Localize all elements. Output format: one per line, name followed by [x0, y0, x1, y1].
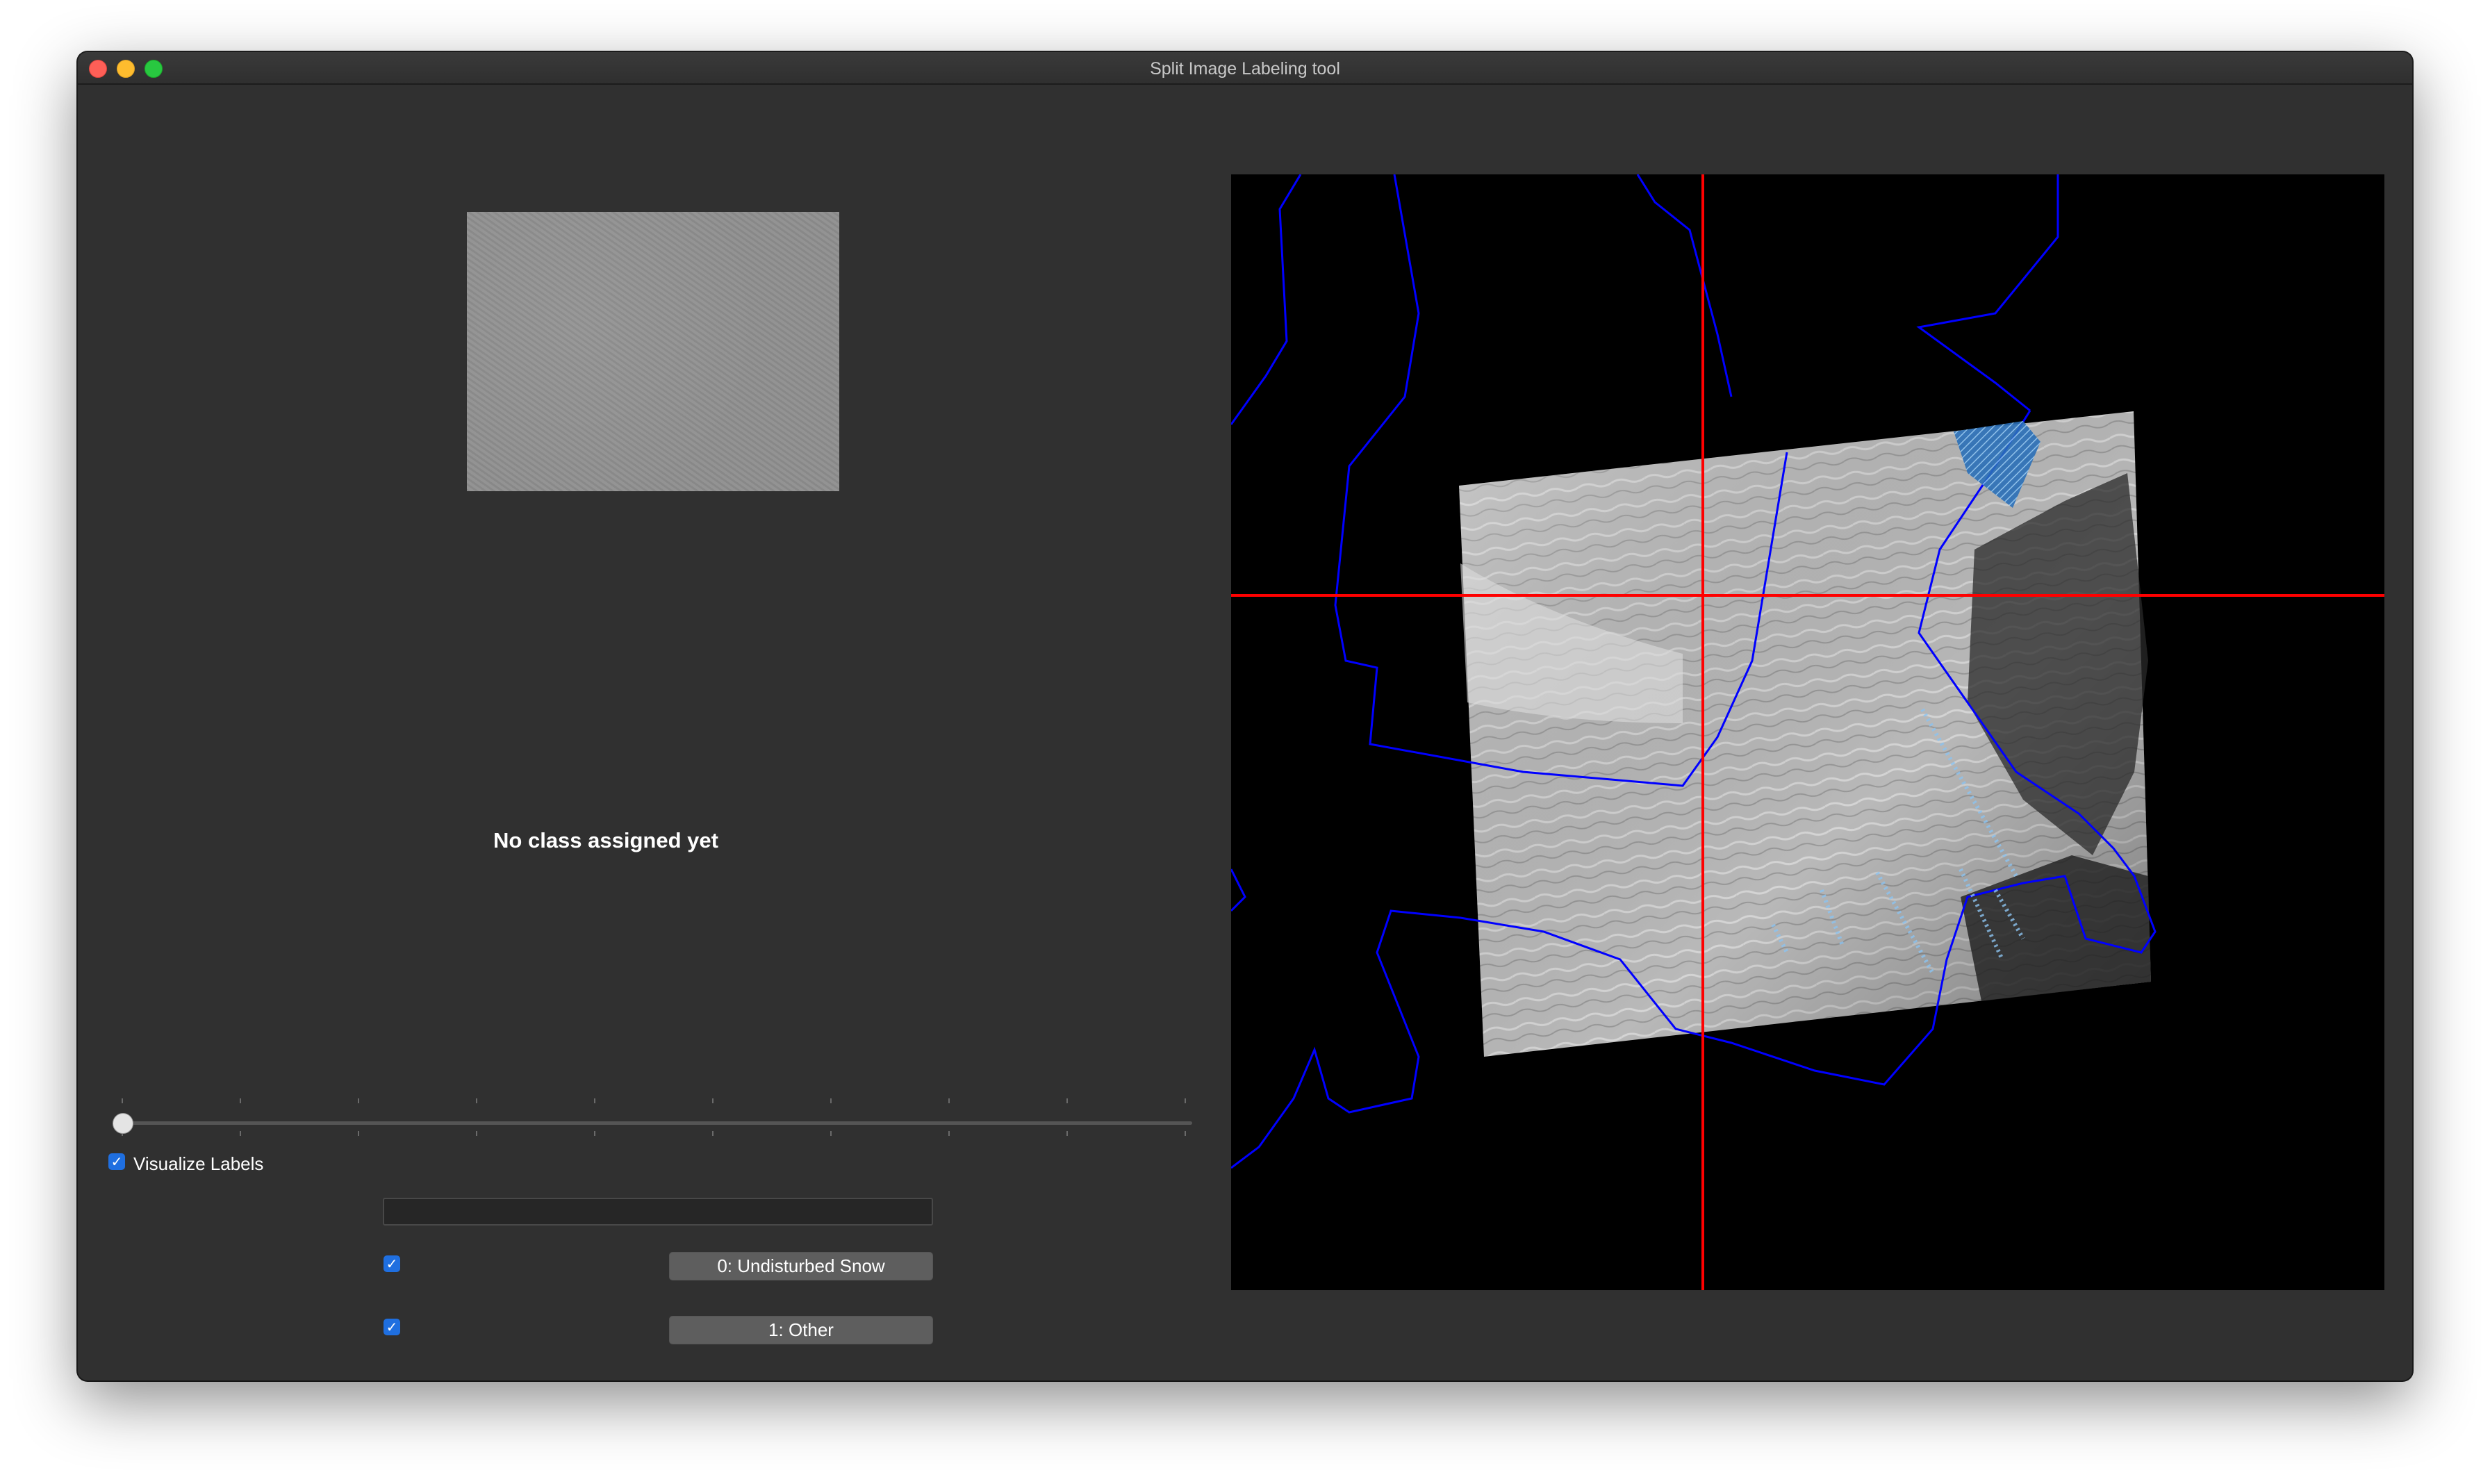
- slider-handle[interactable]: [113, 1113, 133, 1134]
- slider-tick: [122, 1098, 123, 1103]
- slider-tick: [948, 1098, 950, 1103]
- title-bar: Split Image Labeling tool: [78, 52, 2412, 85]
- slider-tick: [476, 1098, 477, 1103]
- class-1-button[interactable]: 1: Other: [669, 1316, 933, 1344]
- slider-tick: [594, 1131, 595, 1136]
- map-view[interactable]: [1231, 174, 2384, 1290]
- slider-tick: [358, 1131, 359, 1136]
- slider-tick: [712, 1098, 714, 1103]
- slider-tick: [948, 1131, 950, 1136]
- class-0-button[interactable]: 0: Undisturbed Snow: [669, 1252, 933, 1280]
- slider-tick: [240, 1098, 241, 1103]
- slider-tick: [476, 1131, 477, 1136]
- visualize-labels-label: Visualize Labels: [133, 1153, 264, 1174]
- class-status-label: No class assigned yet: [493, 828, 718, 852]
- slider-tick: [240, 1131, 241, 1136]
- visualize-labels-checkbox[interactable]: ✓: [108, 1153, 125, 1170]
- app-window: Split Image Labeling tool No class assig…: [78, 52, 2412, 1380]
- class-0-checkbox[interactable]: ✓: [384, 1255, 400, 1272]
- slider-track[interactable]: [121, 1121, 1192, 1125]
- slider-tick: [358, 1098, 359, 1103]
- slider-tick: [1185, 1131, 1186, 1136]
- class-1-checkbox[interactable]: ✓: [384, 1319, 400, 1335]
- slider-tick: [830, 1098, 832, 1103]
- slider-tick: [1066, 1098, 1068, 1103]
- slider-tick: [1185, 1098, 1186, 1103]
- window-title: Split Image Labeling tool: [1150, 59, 1340, 79]
- slider-tick: [1066, 1131, 1068, 1136]
- tile-preview-image: [467, 212, 839, 491]
- map-canvas[interactable]: [1231, 174, 2384, 1290]
- slider-tick: [830, 1131, 832, 1136]
- class-name-input[interactable]: [383, 1198, 933, 1226]
- slider-tick: [712, 1131, 714, 1136]
- slider-tick: [594, 1098, 595, 1103]
